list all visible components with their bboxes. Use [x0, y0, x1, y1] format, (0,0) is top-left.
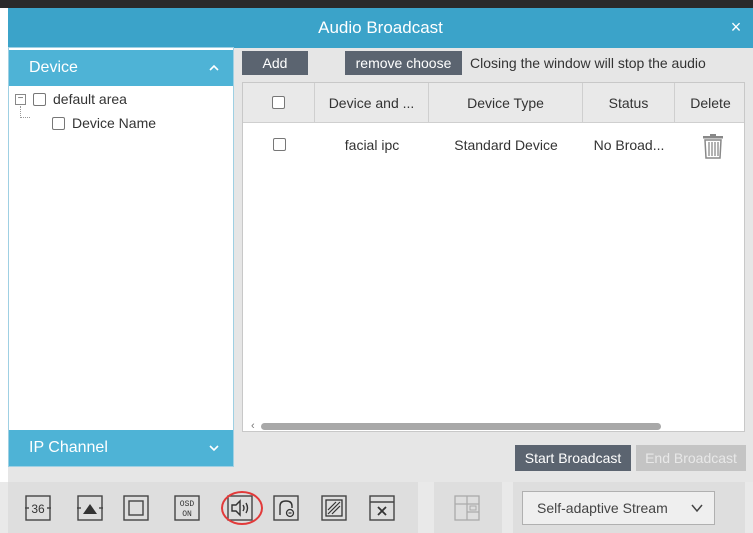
- start-broadcast-button[interactable]: Start Broadcast: [515, 445, 631, 471]
- snapshot-icon[interactable]: [321, 495, 347, 521]
- row-device-type: Standard Device: [454, 137, 558, 153]
- close-icon[interactable]: ×: [725, 16, 747, 38]
- osd-top-label: OSD: [180, 500, 195, 509]
- select-all-checkbox[interactable]: [272, 96, 285, 109]
- table-header: Device and ... Device Type Status Delete: [243, 83, 744, 123]
- collapse-icon[interactable]: −: [15, 94, 26, 105]
- 36-icon[interactable]: 36: [25, 495, 51, 521]
- ip-channel-header-label: IP Channel: [29, 439, 108, 456]
- row-select-cell: [243, 125, 315, 165]
- default-area-label: default area: [53, 91, 127, 107]
- stream-select-value: Self-adaptive Stream: [537, 500, 668, 516]
- column-header-device-type[interactable]: Device Type: [429, 83, 583, 123]
- audio-broadcast-icon[interactable]: [227, 495, 253, 521]
- ip-channel-accordion-header[interactable]: IP Channel: [9, 430, 233, 466]
- close-warning-text: Closing the window will stop the audio: [470, 55, 706, 71]
- layout-icon[interactable]: [454, 495, 480, 521]
- device-header-label: Device: [29, 59, 78, 76]
- chevron-down-icon: [209, 445, 219, 452]
- stream-select[interactable]: Self-adaptive Stream: [522, 491, 715, 525]
- column-header-status[interactable]: Status: [583, 83, 675, 123]
- osd-on-icon[interactable]: OSD ON: [174, 495, 200, 521]
- background-strip: [0, 0, 753, 8]
- scroll-left-icon[interactable]: ‹: [251, 420, 255, 431]
- remove-choose-button[interactable]: remove choose: [345, 51, 462, 75]
- default-area-checkbox[interactable]: [33, 93, 46, 106]
- device-accordion-header[interactable]: Device: [9, 50, 233, 86]
- tool-icon-group: [8, 482, 418, 533]
- trash-icon[interactable]: [701, 133, 725, 159]
- table-row[interactable]: facial ipc Standard Device No Broad...: [243, 125, 744, 165]
- horizontal-scrollbar[interactable]: ‹: [251, 420, 744, 431]
- row-device-name: facial ipc: [344, 137, 400, 153]
- column-header-device[interactable]: Device and ...: [315, 83, 429, 123]
- broadcast-device-table: Device and ... Device Type Status Delete…: [242, 82, 745, 432]
- row-status: No Broad...: [593, 137, 665, 153]
- bottom-toolbar: 36 OSD ON Self-adaptive Stream: [0, 482, 753, 533]
- select-all-cell: [243, 83, 315, 123]
- scrollbar-thumb[interactable]: [261, 423, 661, 430]
- row-delete-cell: [675, 125, 744, 165]
- 36-label: 36: [31, 502, 45, 516]
- end-broadcast-button: End Broadcast: [636, 445, 746, 471]
- row-checkbox[interactable]: [272, 138, 286, 151]
- device-tree: − default area Device Name: [9, 88, 233, 136]
- device-name-label: Device Name: [72, 115, 157, 131]
- chevron-down-icon: [691, 504, 703, 513]
- dialog-title: Audio Broadcast: [318, 18, 443, 37]
- tree-item-default-area[interactable]: − default area: [9, 88, 233, 112]
- up-arrow-icon[interactable]: [77, 495, 103, 521]
- osd-bottom-label: ON: [182, 510, 192, 519]
- tree-connector: [20, 106, 30, 118]
- chevron-up-icon: [209, 64, 219, 71]
- fullscreen-icon[interactable]: [123, 495, 149, 521]
- record-icon[interactable]: [273, 495, 299, 521]
- device-name-checkbox[interactable]: [52, 117, 65, 130]
- tree-item-device-name[interactable]: Device Name: [9, 106, 233, 136]
- close-window-icon[interactable]: [369, 495, 395, 521]
- device-tree-panel: Device − default area Device Name IP Cha…: [8, 47, 234, 467]
- add-button[interactable]: Add: [242, 51, 308, 75]
- title-bar: Audio Broadcast ×: [8, 8, 753, 48]
- column-header-delete[interactable]: Delete: [675, 83, 744, 123]
